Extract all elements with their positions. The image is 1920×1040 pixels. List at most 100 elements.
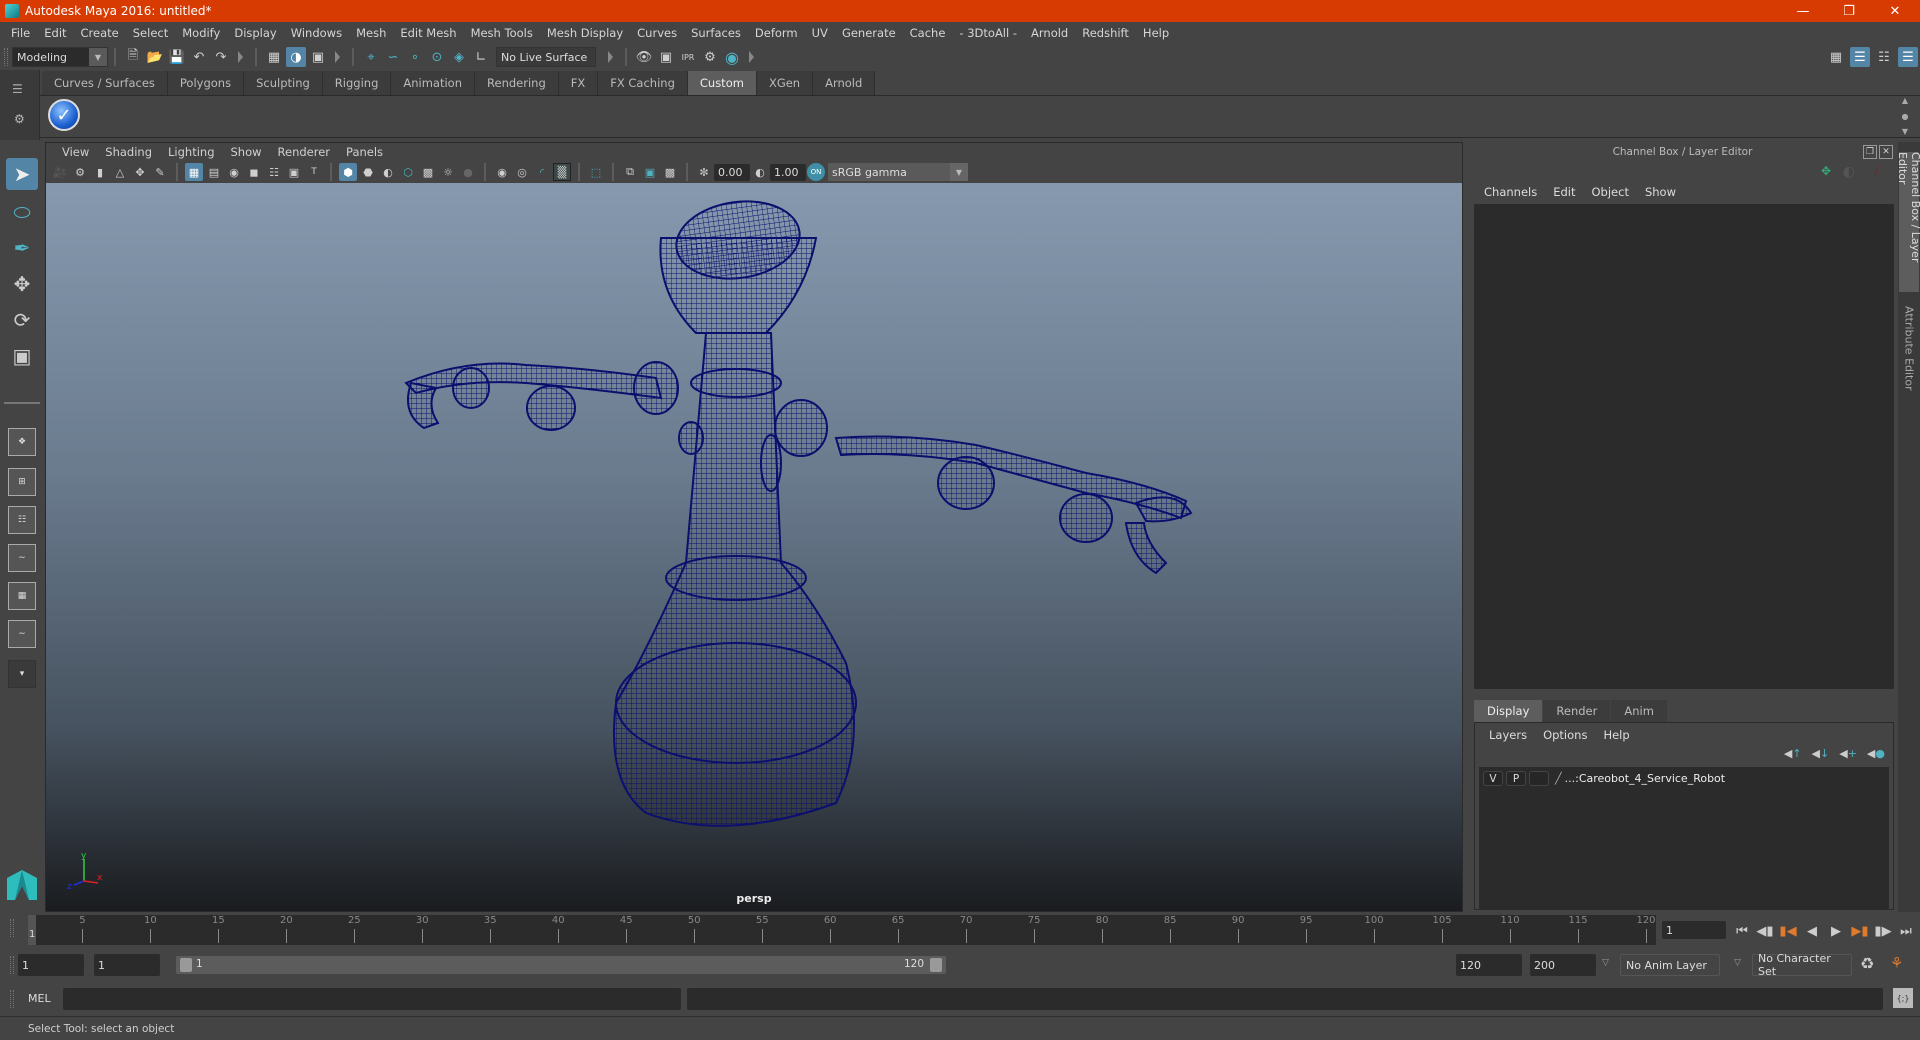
collapse-arrow-icon[interactable] — [749, 51, 754, 63]
anim-layer-dropdown-icon[interactable]: ▽ — [1602, 958, 1609, 968]
shelf-tab-fx[interactable]: FX — [558, 71, 599, 95]
animation-preferences-icon[interactable]: ⚘ — [1890, 954, 1903, 972]
play-forwards-icon[interactable]: ▶ — [1826, 921, 1846, 941]
side-tab-channel-box[interactable]: Channel Box / Layer Editor — [1896, 152, 1920, 292]
snap-grid-icon[interactable]: ⌖ — [361, 47, 381, 67]
time-slider-track[interactable]: 1 5 10 15 20 25 30 35 40 45 50 55 60 65 70 75 80 85 90 95 1… — [28, 915, 1656, 945]
collapse-arrow-icon[interactable] — [335, 51, 340, 63]
collapse-arrow-icon[interactable] — [608, 51, 613, 63]
menu-help[interactable]: Help — [1595, 728, 1637, 742]
menu-file[interactable]: File — [4, 26, 37, 40]
hypershade-icon[interactable]: ◉ — [722, 47, 742, 67]
xray-components-icon[interactable]: ▩ — [661, 163, 679, 181]
xray-icon[interactable]: ⧉ — [621, 163, 639, 181]
go-to-start-icon[interactable]: ⏮ — [1732, 921, 1752, 941]
menu-cache[interactable]: Cache — [903, 26, 953, 40]
snap-curve-icon[interactable]: ∽ — [383, 47, 403, 67]
render-view-icon[interactable]: 👁 — [634, 47, 654, 67]
move-layer-up-icon[interactable]: ◀↑ — [1784, 747, 1802, 760]
start-time-field[interactable]: 1 — [18, 954, 84, 976]
grease-pencil-icon[interactable]: ✎ — [151, 163, 169, 181]
auto-key-icon[interactable]: ♻ — [1860, 954, 1874, 973]
end-time-field[interactable]: 200 — [1530, 954, 1596, 976]
playback-end-field[interactable]: 120 — [1456, 954, 1522, 976]
menu-arnold[interactable]: Arnold — [1024, 26, 1075, 40]
script-editor-icon[interactable]: {;} — [1893, 988, 1913, 1008]
snap-live-icon[interactable]: ◈ — [449, 47, 469, 67]
menu-edit[interactable]: Edit — [1545, 185, 1583, 199]
shadows-icon[interactable]: ● — [459, 163, 477, 181]
shelf-menu-icon[interactable]: ☰ — [12, 82, 23, 96]
shelf-tab-custom[interactable]: Custom — [687, 71, 757, 95]
3d-viewport[interactable]: y x z persp — [46, 183, 1462, 911]
lasso-tool-icon[interactable]: ⬭ — [6, 196, 38, 228]
textured-icon[interactable]: ▩ — [419, 163, 437, 181]
select-tool-icon[interactable]: ➤ — [6, 158, 38, 190]
new-empty-layer-icon[interactable]: ◀+ — [1839, 747, 1857, 760]
safe-action-icon[interactable]: ▣ — [285, 163, 303, 181]
image-plane-icon[interactable]: △ — [111, 163, 129, 181]
modeling-toolkit-icon[interactable]: ▦ — [1826, 47, 1846, 67]
save-scene-icon[interactable]: 💾 — [167, 47, 187, 67]
menu-uv[interactable]: UV — [805, 26, 835, 40]
move-tool-icon[interactable]: ✥ — [6, 268, 38, 300]
menu-curves[interactable]: Curves — [630, 26, 684, 40]
menu-layers[interactable]: Layers — [1481, 728, 1535, 742]
menu-mesh-display[interactable]: Mesh Display — [540, 26, 630, 40]
smooth-shade-icon[interactable]: ⬣ — [359, 163, 377, 181]
ipr-render-icon[interactable]: IPR — [678, 47, 698, 67]
shelf-scroll[interactable]: ▲ ● ▼ — [1898, 96, 1912, 136]
grid-toggle-icon[interactable]: ▦ — [185, 163, 203, 181]
anim-layer-field[interactable]: No Anim Layer — [1620, 954, 1720, 976]
panel-menu-view[interactable]: View — [54, 145, 97, 159]
layer-name[interactable]: ...:Careobot_4_Service_Robot — [1565, 772, 1725, 785]
grip-handle[interactable] — [10, 956, 14, 974]
collapse-arrow-icon[interactable] — [238, 51, 243, 63]
shelf-check-button[interactable]: ✓ — [48, 99, 80, 131]
persp-outliner-graph-layout-icon[interactable]: ∼ — [8, 620, 36, 648]
playback-start-field[interactable]: 1 — [94, 954, 160, 976]
speed-toggle-icon[interactable]: ◐ — [1843, 164, 1855, 180]
menu-mesh[interactable]: Mesh — [349, 26, 393, 40]
step-back-frame-icon[interactable]: ◀▮ — [1755, 921, 1775, 941]
film-gate-icon[interactable]: ▤ — [205, 163, 223, 181]
shelf-tab-rendering[interactable]: Rendering — [475, 71, 559, 95]
grip-handle[interactable] — [10, 990, 14, 1008]
new-scene-icon[interactable]: 🗎 — [123, 47, 143, 67]
tab-anim[interactable]: Anim — [1611, 700, 1667, 722]
open-scene-icon[interactable]: 📂 — [145, 47, 165, 67]
redo-icon[interactable]: ↷ — [211, 47, 231, 67]
panel-menu-panels[interactable]: Panels — [338, 145, 391, 159]
isolate-select-icon[interactable]: ⬚ — [587, 163, 605, 181]
live-surface-field[interactable]: No Live Surface — [496, 47, 596, 67]
shelf-tab-animation[interactable]: Animation — [391, 71, 476, 95]
layer-color-swatch-icon[interactable]: ╱ — [1555, 772, 1562, 785]
gamma-icon[interactable]: ◐ — [751, 163, 769, 181]
menu-edit-mesh[interactable]: Edit Mesh — [393, 26, 463, 40]
restore-button[interactable]: ❐ — [1826, 0, 1872, 22]
menu-3dtoall[interactable]: - 3DtoAll - — [952, 26, 1024, 40]
current-frame-field[interactable]: 1 — [1662, 921, 1726, 939]
float-panel-icon[interactable]: ❐ — [1863, 145, 1877, 159]
attribute-editor-toggle-icon[interactable]: ☰ — [1850, 47, 1870, 67]
shelf-tab-rigging[interactable]: Rigging — [322, 71, 392, 95]
anti-aliasing-icon[interactable]: ◜ — [533, 163, 551, 181]
outliner-persp-layout-icon[interactable]: ☷ — [8, 506, 36, 534]
grease-pencil-move-icon[interactable]: ✥ — [131, 163, 149, 181]
play-backwards-icon[interactable]: ◀ — [1802, 921, 1822, 941]
range-slider[interactable]: 1 120 — [176, 956, 946, 974]
tab-display[interactable]: Display — [1474, 700, 1543, 722]
bookmark-icon[interactable]: ▮ — [91, 163, 109, 181]
snap-point-icon[interactable]: ∘ — [405, 47, 425, 67]
snap-view-plane-icon[interactable]: ⊙ — [427, 47, 447, 67]
panel-menu-renderer[interactable]: Renderer — [270, 145, 339, 159]
scroll-down-icon[interactable]: ▼ — [1902, 127, 1908, 136]
rotate-tool-icon[interactable]: ⟳ — [6, 304, 38, 336]
close-button[interactable]: ✕ — [1872, 0, 1918, 22]
tool-settings-icon[interactable]: ☷ — [1874, 47, 1894, 67]
grip-handle[interactable] — [10, 919, 14, 937]
move-layer-down-icon[interactable]: ◀↓ — [1812, 747, 1830, 760]
menu-show[interactable]: Show — [1637, 185, 1684, 199]
menu-options[interactable]: Options — [1535, 728, 1595, 742]
menu-display[interactable]: Display — [227, 26, 283, 40]
